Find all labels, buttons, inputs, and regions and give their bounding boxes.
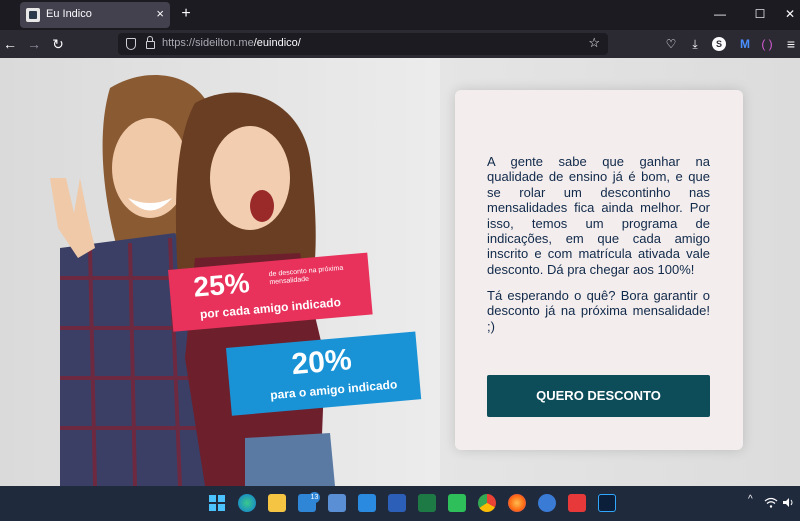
site-favicon-icon [26,8,40,22]
card-paragraph-2: Tá esperando o quê? Bora garantir o desc… [487,288,710,334]
extension-icon[interactable]: ( ) [758,35,776,53]
word-icon[interactable] [388,494,406,512]
photos-icon[interactable] [328,494,346,512]
menu-icon[interactable]: ≡ [782,35,800,53]
badge-20-caption: para o amigo indicado [269,377,398,403]
page-content: 25% de desconto na próxima mensalidade p… [0,58,800,486]
new-tab-button[interactable]: + [176,4,196,24]
tab-title: Eu Indico [46,8,92,20]
info-card: A gente sabe que ganhar na qualidade de … [455,90,743,450]
wifi-icon[interactable] [764,497,778,508]
minimize-button[interactable]: — [705,4,735,24]
bookmark-star-icon[interactable]: ☆ [588,35,600,51]
account-avatar-icon[interactable]: S [712,37,726,51]
navigation-toolbar: ← → ↻ https://sideilton.me/euindico/ ☆ ♡… [0,30,800,58]
back-button[interactable]: ← [0,34,20,54]
firefox-icon[interactable] [508,494,526,512]
windows-taskbar: ^ [0,486,800,521]
whatsapp-icon[interactable] [448,494,466,512]
extension-m-icon[interactable]: M [736,35,754,53]
reload-button[interactable]: ↻ [48,34,68,54]
excel-icon[interactable] [418,494,436,512]
maximize-button[interactable]: ☐ [745,4,775,24]
badge-20-percent: 20% [290,343,353,382]
anydesk-icon[interactable] [568,494,586,512]
pocket-icon[interactable]: ♡ [662,35,680,53]
tray-overflow-icon[interactable]: ^ [748,494,753,505]
windows-start-icon[interactable] [208,494,226,512]
visual-studio-code-icon[interactable] [358,494,376,512]
mail-unread-badge: 13 [309,492,320,503]
close-window-button[interactable]: ✕ [775,4,800,24]
edge-icon[interactable] [238,494,256,512]
close-icon[interactable]: × [156,6,164,22]
chrome-icon[interactable] [478,494,496,512]
thunderbird-icon[interactable] [538,494,556,512]
photoshop-icon[interactable] [598,494,616,512]
badge-25-small-text: de desconto na próxima mensalidade [268,264,344,287]
badge-25-percent: 25% [192,267,251,303]
tab-eu-indico[interactable]: Eu Indico × [20,2,170,28]
lock-icon[interactable] [146,36,155,49]
file-explorer-icon[interactable] [268,494,286,512]
quero-desconto-button[interactable]: QUERO DESCONTO [487,375,710,417]
tracking-protection-shield-icon[interactable] [126,38,136,50]
tab-strip: Eu Indico × + — ☐ ✕ [0,0,800,30]
forward-button[interactable]: → [24,34,44,54]
downloads-icon[interactable]: ⤓ [686,35,704,53]
url-text[interactable]: https://sideilton.me/euindico/ [162,37,301,49]
speaker-icon[interactable] [782,497,794,508]
url-bar[interactable]: https://sideilton.me/euindico/ ☆ [118,33,608,55]
card-paragraph-1: A gente sabe que ganhar na qualidade de … [487,154,710,277]
